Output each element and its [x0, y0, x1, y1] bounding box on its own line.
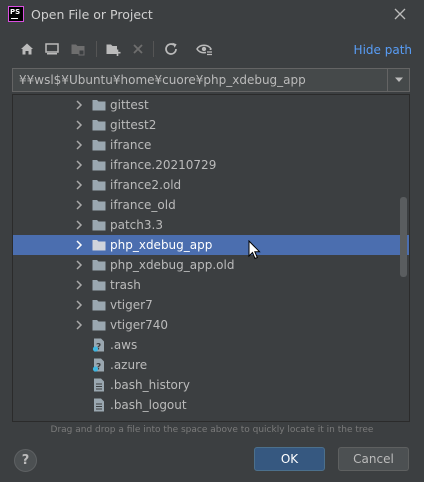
file-tree[interactable]: .bash_logout .bash_history? .azure? .aws vti… — [12, 94, 410, 422]
chevron-right-icon[interactable] — [73, 299, 85, 311]
tree-row[interactable]: ? .azure — [13, 355, 409, 375]
tree-row-label: trash — [110, 278, 141, 292]
folder-icon — [92, 258, 106, 272]
tree-row[interactable]: ifrance_old — [13, 195, 409, 215]
chevron-right-icon[interactable] — [73, 219, 85, 231]
folder-icon — [92, 198, 106, 212]
tree-row-label: .azure — [110, 358, 148, 372]
folder-icon — [92, 178, 106, 192]
tree-row-label: .bash_logout — [110, 398, 187, 412]
tree-row-label: vtiger7 — [110, 298, 153, 312]
chevron-right-icon[interactable] — [73, 199, 85, 211]
hide-path-link[interactable]: Hide path — [354, 43, 412, 57]
folder-icon — [92, 98, 106, 112]
toolbar-separator — [96, 41, 97, 57]
project-folder-icon[interactable] — [67, 38, 89, 60]
tree-row-label: gittest2 — [110, 118, 157, 132]
tree-row[interactable]: ifrance2.old — [13, 175, 409, 195]
tree-row-label: ifrance_old — [110, 198, 176, 212]
toolbar-separator — [153, 41, 154, 57]
folder-icon — [92, 298, 106, 312]
drag-drop-hint: Drag and drop a file into the space abov… — [50, 425, 374, 435]
chevron-down-icon — [394, 77, 403, 82]
dialog-title: Open File or Project — [31, 7, 153, 22]
folder-icon — [92, 158, 106, 172]
unknown-file-icon: ? — [92, 338, 106, 353]
tree-row-label: ifrance2.old — [110, 178, 182, 192]
title-bar: PS Open File or Project — [0, 0, 424, 30]
chevron-right-icon[interactable] — [73, 279, 85, 291]
toolbar: Hide path — [0, 38, 424, 62]
tree-row[interactable]: gittest2 — [13, 115, 409, 135]
tree-row-label: gittest — [110, 98, 149, 112]
tree-row-label: patch3.3 — [110, 218, 163, 232]
chevron-right-icon[interactable] — [73, 159, 85, 171]
tree-scrollbar[interactable] — [400, 197, 407, 277]
delete-icon[interactable] — [127, 38, 149, 60]
chevron-right-icon[interactable] — [73, 319, 85, 331]
ok-button[interactable]: OK — [254, 447, 325, 471]
tree-row-selected[interactable]: php_xdebug_app — [13, 235, 409, 255]
tree-row[interactable]: trash — [13, 275, 409, 295]
desktop-icon[interactable] — [41, 38, 63, 60]
app-badge-text: PS — [10, 8, 21, 16]
show-hidden-icon[interactable] — [194, 38, 216, 60]
tree-row-label: ifrance.20210729 — [110, 158, 217, 172]
text-file-icon — [92, 378, 106, 392]
unknown-file-icon: ? — [92, 358, 106, 373]
chevron-right-icon[interactable] — [73, 99, 85, 111]
text-file-icon — [92, 398, 106, 412]
tree-row-label: ifrance — [110, 138, 152, 152]
folder-icon — [92, 278, 106, 292]
tree-row[interactable]: php_xdebug_app.old — [13, 255, 409, 275]
phpstorm-logo-icon: PS — [8, 6, 24, 22]
tree-row[interactable]: .bash_logout — [13, 395, 409, 415]
mouse-cursor-icon — [248, 239, 262, 260]
tree-row-label: vtiger740 — [110, 318, 168, 332]
chevron-right-icon[interactable] — [73, 179, 85, 191]
chevron-right-icon[interactable] — [73, 239, 85, 251]
close-icon[interactable] — [390, 4, 410, 24]
tree-row[interactable]: gittest — [13, 95, 409, 115]
tree-row-label: .bash_history — [110, 378, 190, 392]
tree-row[interactable]: vtiger7 — [13, 295, 409, 315]
cancel-button[interactable]: Cancel — [338, 447, 409, 471]
chevron-right-icon[interactable] — [73, 259, 85, 271]
help-button[interactable]: ? — [14, 449, 37, 472]
chevron-right-icon[interactable] — [73, 139, 85, 151]
path-history-dropdown[interactable] — [387, 69, 409, 91]
tree-row-label: php_xdebug_app.old — [110, 258, 235, 272]
tree-row[interactable]: ifrance.20210729 — [13, 155, 409, 175]
tree-row[interactable]: ifrance — [13, 135, 409, 155]
path-field[interactable]: ¥¥wsl$¥Ubuntu¥home¥cuore¥php_xdebug_app — [12, 68, 410, 92]
folder-icon — [92, 218, 106, 232]
path-input-value[interactable]: ¥¥wsl$¥Ubuntu¥home¥cuore¥php_xdebug_app — [19, 73, 306, 87]
folder-icon — [92, 138, 106, 152]
chevron-right-icon[interactable] — [73, 119, 85, 131]
folder-icon — [92, 318, 106, 332]
new-folder-icon[interactable] — [102, 38, 124, 60]
tree-row[interactable]: ? .aws — [13, 335, 409, 355]
folder-icon — [92, 238, 106, 252]
home-icon[interactable] — [16, 38, 38, 60]
folder-icon — [92, 118, 106, 132]
tree-row[interactable]: .bash_history — [13, 375, 409, 395]
tree-row[interactable]: patch3.3 — [13, 215, 409, 235]
refresh-icon[interactable] — [160, 38, 182, 60]
tree-row-label: .aws — [110, 338, 138, 352]
tree-row[interactable]: vtiger740 — [13, 315, 409, 335]
tree-row-label: php_xdebug_app — [110, 238, 213, 252]
